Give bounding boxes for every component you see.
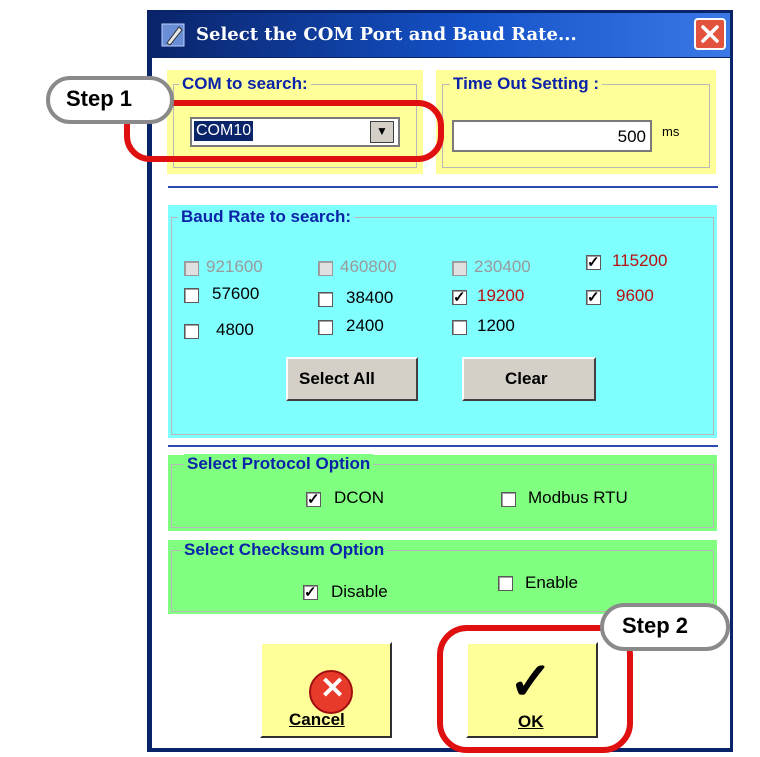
timeout-value: 500 (617, 127, 646, 146)
baud-2400-label: 2400 (346, 316, 384, 335)
protocol-modbus-rtu-label: Modbus RTU (528, 488, 628, 507)
baud-921600-label: 921600 (206, 257, 263, 276)
select-all-label: Select All (299, 369, 375, 388)
close-icon: ✕ (320, 672, 346, 705)
step2-highlight-ring (437, 625, 633, 753)
checkmark-icon: ✓ (453, 289, 466, 306)
checkmark-icon: ✓ (304, 584, 317, 601)
baud-38400-label: 38400 (346, 288, 394, 307)
baud-2400-checkbox[interactable] (318, 320, 333, 335)
baud-9600-label: 9600 (616, 286, 654, 305)
protocol-legend: Select Protocol Option (184, 454, 374, 474)
baud-921600-checkbox[interactable] (184, 261, 199, 276)
baud-230400-checkbox[interactable] (452, 261, 467, 276)
timeout-legend: Time Out Setting : (450, 74, 603, 94)
protocol-group: Select Protocol Option (168, 454, 717, 531)
baud-57600-label: 57600 (212, 284, 260, 303)
baud-19200-label: 19200 (477, 286, 525, 305)
step1-callout-text: Step 1 (66, 86, 133, 111)
baud-38400-checkbox[interactable] (318, 292, 333, 307)
baud-4800-checkbox[interactable] (184, 324, 199, 339)
checksum-disable-label: Disable (331, 582, 388, 601)
baud-460800-checkbox[interactable] (318, 261, 333, 276)
protocol-modbus-rtu-checkbox[interactable] (501, 492, 516, 507)
com-port-legend: COM to search: (179, 74, 311, 94)
window-title: Select the COM Port and Baud Rate... (196, 24, 577, 45)
checkmark-icon: ✓ (587, 289, 600, 306)
separator-line (168, 445, 718, 447)
checkmark-icon: ✓ (307, 491, 320, 508)
checkmark-icon: ✓ (587, 254, 600, 271)
baud-115200-label: 115200 (612, 251, 668, 270)
baud-230400-label: 230400 (474, 257, 531, 276)
pencil-icon (160, 22, 186, 48)
protocol-dcon-label: DCON (334, 488, 385, 507)
cancel-label: Cancel (289, 710, 345, 729)
baud-57600-checkbox[interactable] (184, 288, 199, 303)
separator-line (168, 186, 718, 188)
step2-callout-text: Step 2 (622, 613, 689, 638)
close-button[interactable] (694, 18, 726, 50)
close-icon (701, 25, 719, 43)
baud-1200-checkbox[interactable] (452, 320, 467, 335)
checksum-enable-label: Enable (525, 573, 578, 592)
baud-4800-label: 4800 (216, 320, 254, 339)
baud-460800-label: 460800 (340, 257, 397, 276)
baud-rate-legend: Baud Rate to search: (178, 207, 355, 227)
checksum-legend: Select Checksum Option (181, 540, 388, 560)
clear-label: Clear (505, 369, 548, 388)
checksum-enable-checkbox[interactable] (498, 576, 513, 591)
baud-1200-label: 1200 (477, 316, 515, 335)
timeout-unit-label: ms (662, 124, 680, 139)
